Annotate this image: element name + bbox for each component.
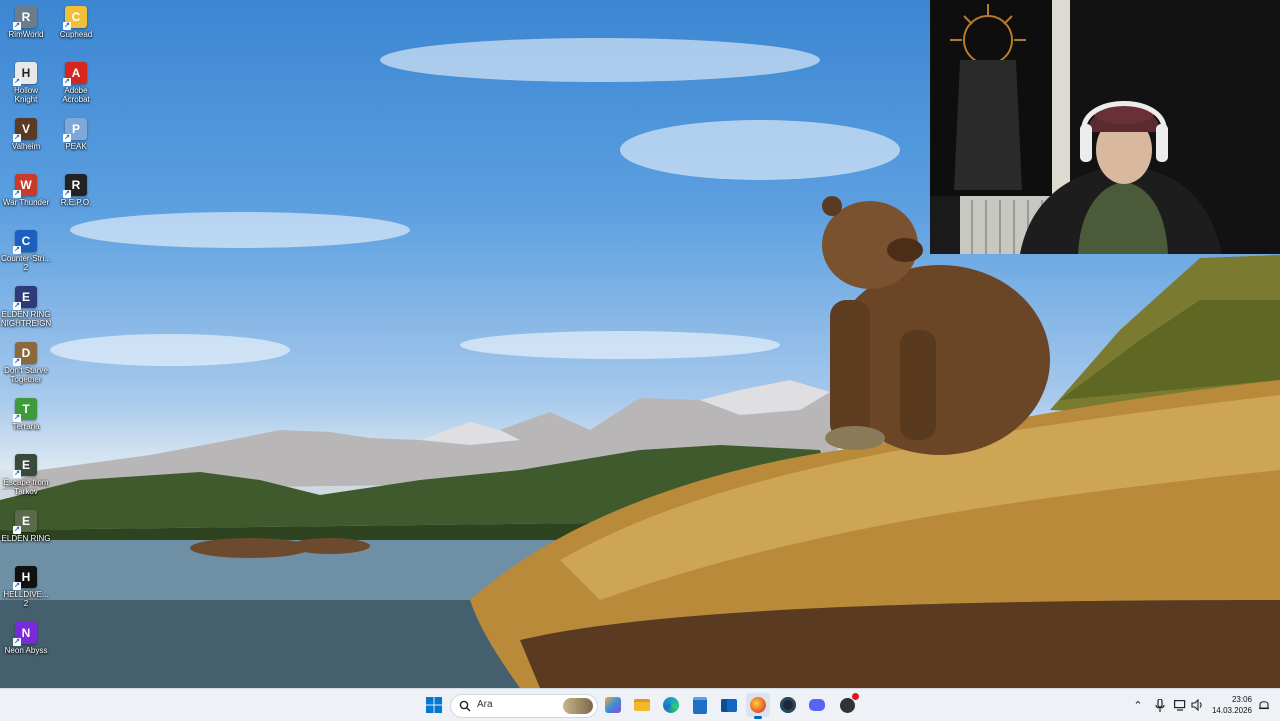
neon-abyss-icon: N ↗	[13, 622, 37, 646]
desktop-icon-terraria[interactable]: T ↗ Terraria	[0, 398, 52, 431]
elden-ring-nightreign-icon: E ↗	[13, 286, 37, 310]
desktop-icon-rimworld[interactable]: R ↗ RimWorld	[0, 6, 52, 39]
desktop-icon-cuphead[interactable]: C ↗ Cuphead	[50, 6, 102, 39]
helldivers-icon: H ↗	[13, 566, 37, 590]
taskbar-store[interactable]	[688, 693, 712, 717]
start-button[interactable]	[422, 693, 446, 717]
desktop-icon-valheim[interactable]: V ↗ Valheim	[0, 118, 52, 151]
network-icon	[1173, 699, 1185, 711]
widgets-icon	[605, 697, 621, 713]
taskbar-firefox[interactable]	[746, 693, 770, 719]
webcam-overlay	[930, 0, 1280, 254]
firefox-icon	[750, 697, 766, 713]
search-box[interactable]: Ara	[450, 694, 598, 718]
terraria-icon: T ↗	[13, 398, 37, 422]
desktop-icon-escape-from-tarkov[interactable]: E ↗ Escape from Tarkov	[0, 454, 52, 496]
desktop-icon-label: War Thunder	[2, 198, 50, 207]
network-button[interactable]	[1172, 697, 1188, 713]
desktop-icon-label: ELDEN RING	[1, 534, 51, 543]
microphone-icon	[1155, 698, 1165, 712]
desktop-icon-war-thunder[interactable]: W ↗ War Thunder	[0, 174, 52, 207]
peak-icon: P ↗	[63, 118, 87, 142]
desktop-icon-repo[interactable]: R ↗ R.E.P.O.	[50, 174, 102, 207]
desktop-icon-label: Hollow Knight	[13, 86, 38, 104]
desktop-icon-elden-ring-nightreign[interactable]: E ↗ ELDEN RING NIGHTREIGN	[0, 286, 52, 328]
mail-icon	[721, 698, 737, 712]
edge-icon	[663, 697, 679, 713]
dont-starve-icon: D ↗	[13, 342, 37, 366]
steam-icon	[780, 697, 796, 713]
notification-badge	[851, 692, 859, 700]
windows-logo-icon	[426, 697, 442, 713]
desktop-icon-label: Don't Starve Together	[4, 366, 48, 384]
show-hidden-icons-button[interactable]: ⌃	[1130, 697, 1146, 713]
clock-time: 23:06	[1231, 695, 1252, 704]
desktop-icon-neon-abyss[interactable]: N ↗ Neon Abyss	[0, 622, 52, 655]
taskbar-file-explorer[interactable]	[630, 693, 654, 717]
desktop-icon-label: HELLDIVE... 2	[3, 590, 49, 608]
desktop-icon-label: R.E.P.O.	[60, 198, 92, 207]
hollow-knight-icon: H ↗	[13, 62, 37, 86]
rimworld-icon: R ↗	[13, 6, 37, 30]
elden-ring-icon: E ↗	[13, 510, 37, 534]
acrobat-icon: A ↗	[63, 62, 87, 86]
clock-date: 14.03.2026	[1211, 706, 1252, 715]
notifications-button[interactable]	[1256, 697, 1272, 713]
taskbar-app[interactable]	[835, 692, 859, 717]
taskbar-edge[interactable]	[659, 693, 683, 717]
desktop-icon-peak[interactable]: P ↗ PEAK	[50, 118, 102, 151]
desktop-icon-label: Adobe Acrobat	[62, 86, 90, 104]
notification-bell-icon	[1259, 701, 1269, 710]
counter-strike-icon: C ↗	[13, 230, 37, 254]
search-icon	[459, 700, 471, 712]
desktop-icon-label: Cuphead	[59, 30, 93, 39]
taskbar-widgets[interactable]	[601, 693, 625, 717]
cuphead-icon: C ↗	[63, 6, 87, 30]
valheim-icon: V ↗	[13, 118, 37, 142]
discord-icon	[809, 699, 825, 711]
desktop-icon-hollow-knight[interactable]: H ↗ Hollow Knight	[0, 62, 52, 104]
taskbar-outlook[interactable]	[717, 693, 741, 717]
war-thunder-icon: W ↗	[13, 174, 37, 198]
desktop-icon-adobe-acrobat[interactable]: A ↗ Adobe Acrobat	[50, 62, 102, 104]
desktop-icon-helldivers-2[interactable]: H ↗ HELLDIVE... 2	[0, 566, 52, 608]
microphone-button[interactable]	[1152, 697, 1168, 713]
chevron-up-icon: ⌃	[1133, 699, 1143, 712]
desktop-icon-label: Valheim	[11, 142, 41, 151]
folder-icon	[634, 699, 650, 711]
desktop-icon-label: Neon Abyss	[4, 646, 48, 655]
desktop-icon-label: Terraria	[12, 422, 40, 431]
desktop-icon-label: ELDEN RING NIGHTREIGN	[0, 310, 52, 328]
taskbar-clock[interactable]: 23:06 14.03.2026	[1200, 694, 1252, 716]
taskbar: Ara ⌃ 23:06 14.03.2026	[0, 688, 1280, 721]
desktop-icon-counter-strike-2[interactable]: C ↗ Counter-Stri... 2	[0, 230, 52, 272]
taskbar-discord[interactable]	[805, 693, 829, 717]
desktop-icon-label: RimWorld	[8, 30, 44, 39]
app-icon	[839, 692, 859, 713]
taskbar-steam[interactable]	[776, 693, 800, 717]
desktop-icon-label: Counter-Stri... 2	[1, 254, 51, 272]
store-icon	[693, 696, 707, 714]
desktop-icon-label: Escape from Tarkov	[3, 478, 49, 496]
tarkov-icon: E ↗	[13, 454, 37, 478]
desktop-icon-label: PEAK	[65, 142, 87, 151]
repo-icon: R ↗	[63, 174, 87, 198]
desktop-icon-dont-starve-together[interactable]: D ↗ Don't Starve Together	[0, 342, 52, 384]
search-placeholder: Ara	[477, 699, 493, 710]
search-highlight-image	[563, 698, 593, 714]
desktop-icon-elden-ring[interactable]: E ↗ ELDEN RING	[0, 510, 52, 543]
